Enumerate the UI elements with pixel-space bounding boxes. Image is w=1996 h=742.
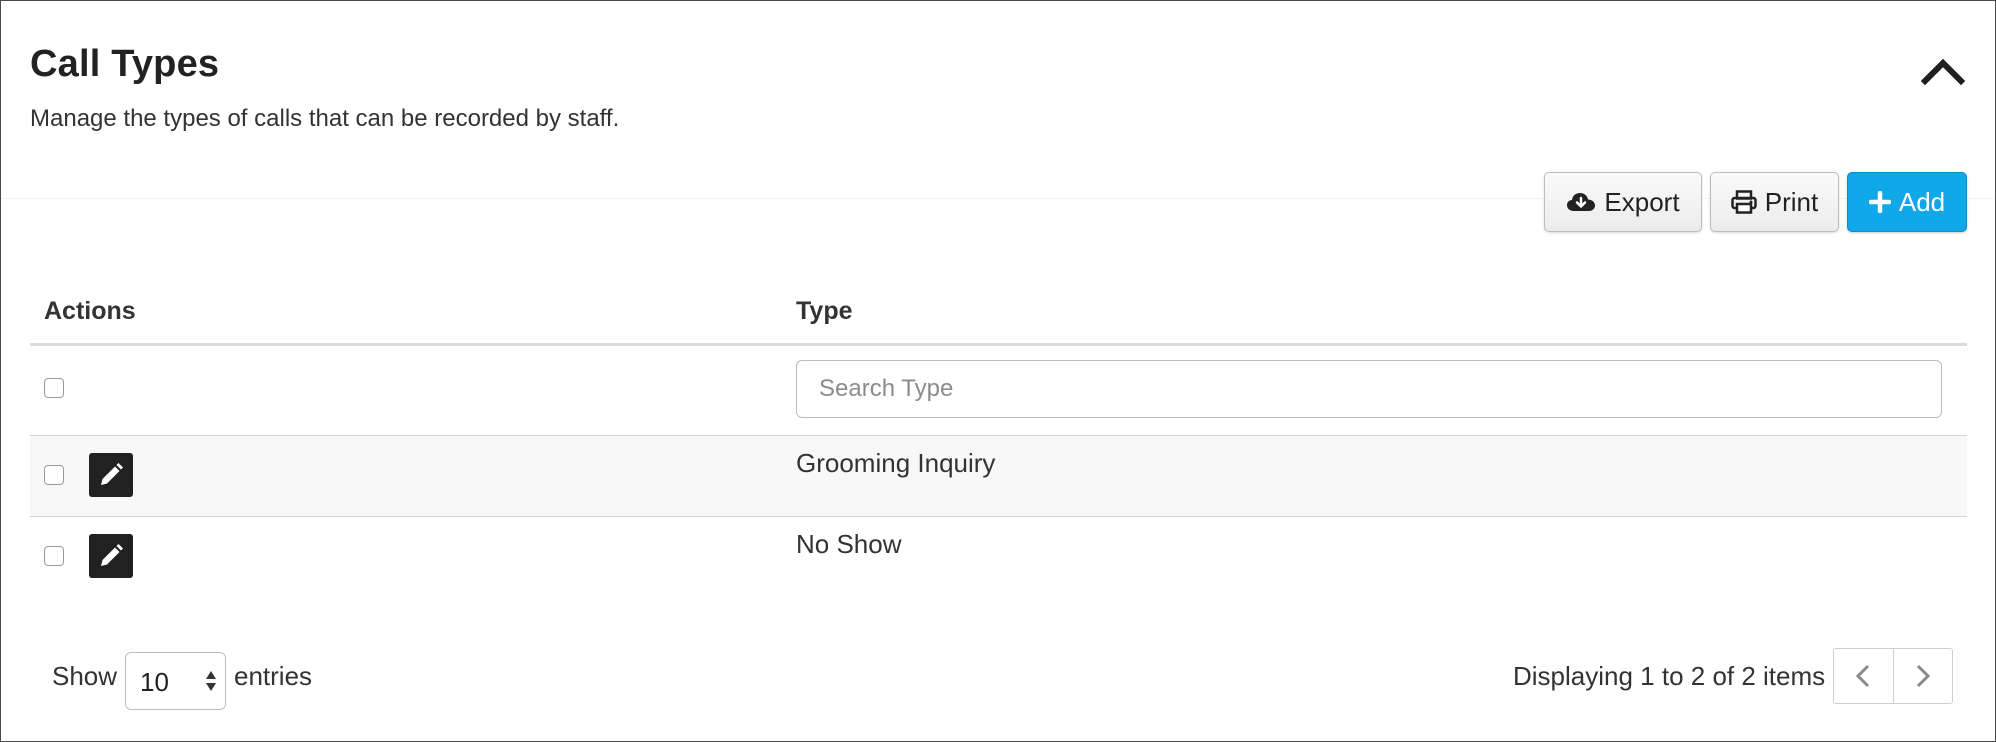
previous-page-button[interactable]	[1834, 649, 1893, 703]
table-row: Grooming Inquiry	[30, 436, 1967, 516]
print-button-label: Print	[1764, 186, 1819, 217]
row-select-checkbox[interactable]	[44, 546, 64, 566]
sort-arrows-icon	[206, 671, 216, 691]
row-select-checkbox[interactable]	[44, 465, 64, 485]
add-button[interactable]: Add	[1847, 172, 1967, 232]
edit-button[interactable]	[89, 534, 133, 578]
call-type-name: No Show	[796, 529, 902, 559]
show-label: Show	[52, 661, 118, 691]
cloud-download-icon	[1567, 193, 1596, 211]
export-button-label: Export	[1604, 186, 1680, 217]
chevron-left-icon	[1856, 664, 1870, 688]
add-button-label: Add	[1898, 186, 1946, 217]
column-header-actions: Actions	[44, 297, 136, 325]
select-all-checkbox[interactable]	[44, 378, 64, 398]
chevron-up-icon	[1921, 58, 1965, 85]
entries-label: entries	[234, 661, 313, 691]
column-header-type: Type	[796, 297, 853, 325]
table-row: No Show	[30, 517, 1967, 597]
search-type-input[interactable]	[796, 360, 1942, 418]
call-types-panel: Call Types Manage the types of calls tha…	[0, 0, 1996, 742]
pagination-summary: Displaying 1 to 2 of 2 items	[1513, 661, 1826, 691]
pencil-icon	[101, 544, 123, 566]
collapse-panel-button[interactable]	[1919, 51, 1967, 91]
chevron-right-icon	[1916, 664, 1931, 688]
page-title: Call Types	[30, 43, 220, 85]
page-size-value: 10	[140, 667, 169, 697]
call-type-name: Grooming Inquiry	[796, 448, 996, 478]
page-subtitle: Manage the types of calls that can be re…	[30, 105, 620, 132]
pagination	[1833, 648, 1953, 704]
pencil-icon	[101, 463, 123, 485]
export-button[interactable]: Export	[1544, 172, 1702, 232]
print-button[interactable]: Print	[1710, 172, 1839, 232]
filter-row	[30, 346, 1967, 418]
plus-icon	[1868, 191, 1891, 213]
edit-button[interactable]	[89, 453, 133, 497]
page-size-select[interactable]: 10	[125, 652, 226, 710]
next-page-button[interactable]	[1892, 649, 1952, 703]
print-icon	[1731, 190, 1757, 214]
